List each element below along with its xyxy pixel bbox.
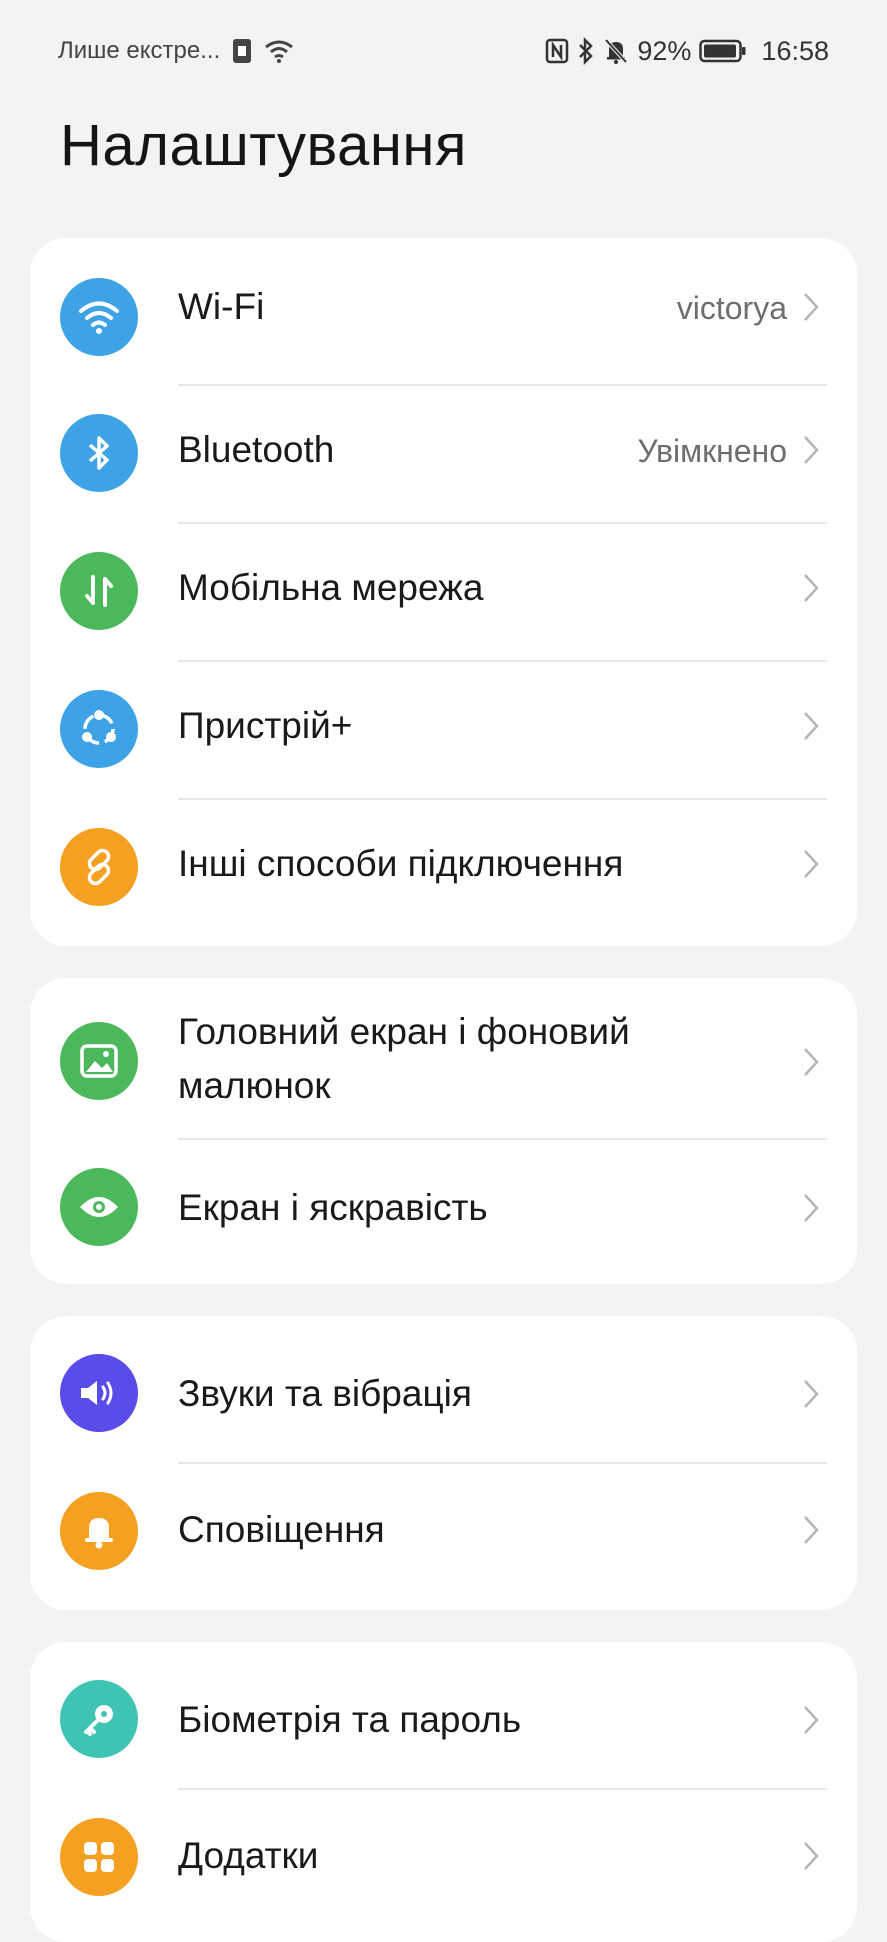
wifi-icon <box>60 278 138 356</box>
settings-item-home-screen-wallpaper[interactable]: Головний екран і фоновий малюнок <box>30 978 857 1138</box>
apps-icon <box>60 1818 138 1896</box>
chevron-right-icon <box>799 287 823 327</box>
display-card: Головний екран і фоновий малюнок Екран і… <box>30 978 857 1284</box>
settings-item-apps[interactable]: Додатки <box>30 1788 857 1934</box>
settings-item-label: Bluetooth <box>178 429 335 470</box>
settings-item-label-line2: малюнок <box>178 1065 331 1106</box>
carrier-text: Лише екстре... <box>58 37 221 64</box>
page-title: Налаштування <box>60 113 467 178</box>
mobile-data-icon <box>60 552 138 630</box>
chevron-right-icon <box>799 1188 823 1228</box>
settings-item-label: Wi-Fi <box>178 286 265 327</box>
eye-icon <box>60 1168 138 1246</box>
key-icon <box>60 1680 138 1758</box>
bluetooth-status: Увімкнено <box>637 433 787 469</box>
wifi-icon <box>264 39 294 63</box>
settings-item-more-connections[interactable]: Інші способи підключення <box>30 798 857 936</box>
chevron-right-icon <box>799 1042 823 1082</box>
settings-item-label: Екран і яскравість <box>178 1187 488 1228</box>
settings-item-label: Сповіщення <box>178 1509 385 1550</box>
chevron-right-icon <box>799 706 823 746</box>
chevron-right-icon <box>799 1510 823 1550</box>
link-icon <box>60 828 138 906</box>
sound-card: Звуки та вібрація Сповіщення <box>30 1316 857 1610</box>
sim-icon <box>232 38 252 64</box>
settings-item-label: Мобільна мережа <box>178 567 484 608</box>
clock: 16:58 <box>761 35 829 66</box>
battery-icon <box>699 38 747 64</box>
settings-item-label: Пристрій+ <box>178 705 353 746</box>
wallpaper-icon <box>60 1022 138 1100</box>
speaker-icon <box>60 1354 138 1432</box>
silent-bell-icon <box>603 37 629 65</box>
settings-item-label: Інші способи підключення <box>178 843 624 884</box>
settings-item-bluetooth[interactable]: Bluetooth Увімкнено <box>30 384 857 522</box>
settings-item-label: Звуки та вібрація <box>178 1373 472 1414</box>
chevron-right-icon <box>799 1374 823 1414</box>
wifi-network-name: victorya <box>676 290 787 326</box>
chevron-right-icon <box>799 844 823 884</box>
settings-item-label: Додатки <box>178 1835 319 1876</box>
settings-item-label: Головний екран і фоновий <box>178 1011 630 1052</box>
settings-item-biometrics-password[interactable]: Біометрія та пароль <box>30 1642 857 1788</box>
bluetooth-icon <box>577 37 595 65</box>
bluetooth-icon <box>60 414 138 492</box>
settings-item-label: Біометрія та пароль <box>178 1699 522 1740</box>
chevron-right-icon <box>799 1700 823 1740</box>
chevron-right-icon <box>799 568 823 608</box>
settings-item-wifi[interactable]: Wi-Fi victorya <box>30 238 857 376</box>
device-plus-icon <box>60 690 138 768</box>
security-apps-card: Біометрія та пароль Додатки <box>30 1642 857 1942</box>
status-bar: Лише екстре... 92% 16:58 <box>0 0 887 100</box>
settings-item-display-brightness[interactable]: Екран і яскравість <box>30 1138 857 1278</box>
chevron-right-icon <box>799 1836 823 1876</box>
nfc-icon <box>545 38 569 64</box>
settings-item-notifications[interactable]: Сповіщення <box>30 1462 857 1608</box>
bell-icon <box>60 1492 138 1570</box>
settings-item-mobile-network[interactable]: Мобільна мережа <box>30 522 857 660</box>
connectivity-card: Wi-Fi victorya Bluetooth Увімкнено Мобіл… <box>30 238 857 946</box>
settings-item-device-plus[interactable]: Пристрій+ <box>30 660 857 798</box>
battery-percent: 92% <box>637 35 692 66</box>
chevron-right-icon <box>799 430 823 470</box>
settings-item-sounds-vibration[interactable]: Звуки та вібрація <box>30 1316 857 1462</box>
